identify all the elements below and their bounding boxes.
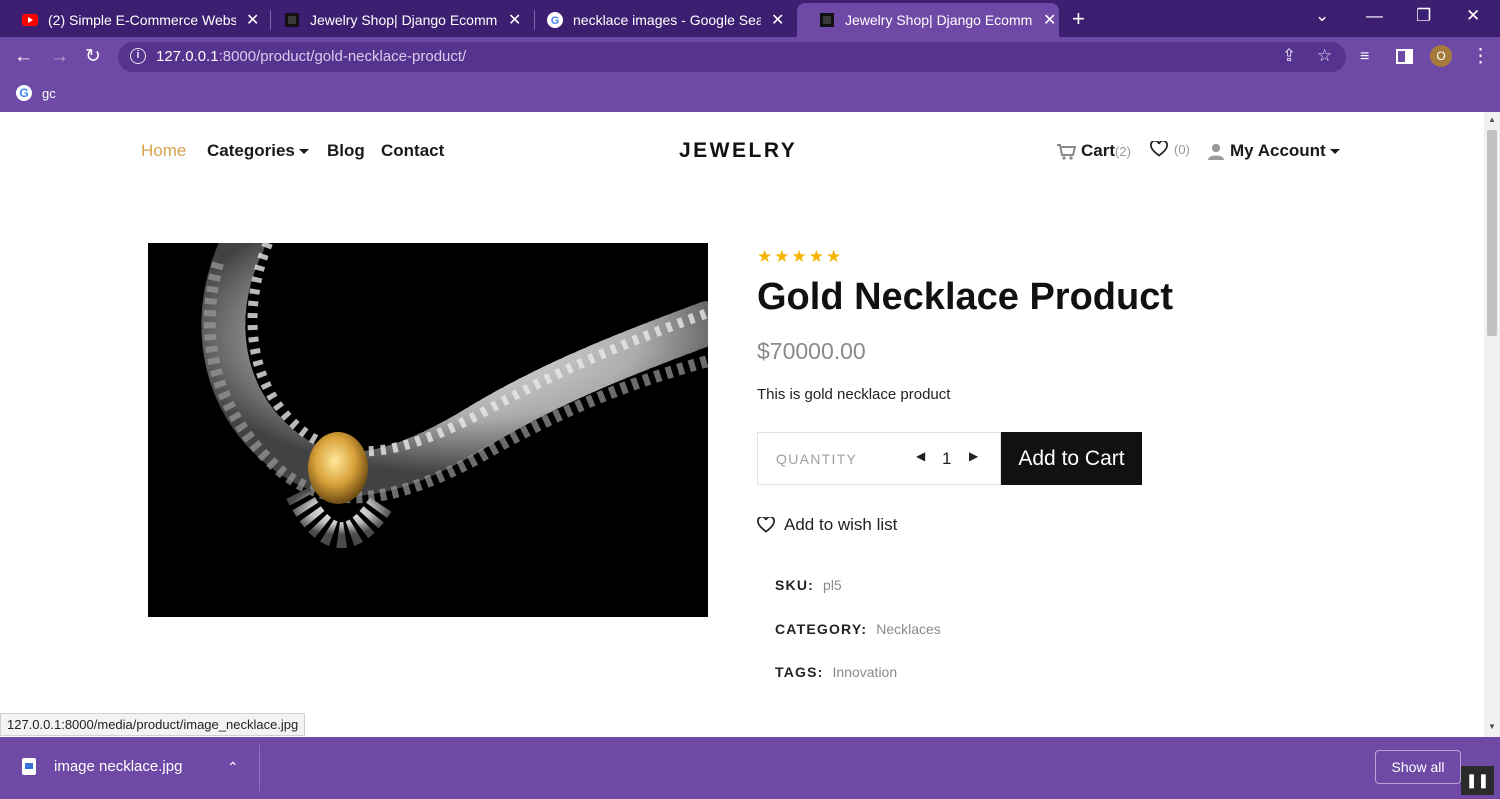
menu-kebab-icon[interactable]: ⋮ — [1471, 46, 1490, 68]
bookmarks-bar: G gc — [0, 77, 1500, 112]
nav-contact[interactable]: Contact — [381, 141, 444, 161]
my-account-menu[interactable]: My Account — [1208, 141, 1340, 161]
quantity-stepper: QUANTITY ◀ 1 ▶ — [757, 432, 1001, 485]
scroll-up-icon[interactable]: ▲ — [1488, 115, 1496, 124]
divider — [259, 745, 260, 791]
nav-blog[interactable]: Blog — [327, 141, 365, 161]
cart-count: (2) — [1115, 143, 1131, 159]
nav-home[interactable]: Home — [141, 141, 186, 161]
quantity-input[interactable]: 1 — [942, 449, 951, 469]
product-image[interactable] — [148, 243, 708, 617]
restore-icon[interactable]: ❐ — [1416, 6, 1431, 26]
back-icon[interactable]: ← — [14, 46, 33, 68]
add-to-cart-button[interactable]: Add to Cart — [1001, 432, 1142, 485]
category-row: CATEGORY: Necklaces — [775, 621, 941, 637]
close-icon[interactable]: ✕ — [771, 10, 784, 30]
close-icon[interactable]: ✕ — [508, 10, 521, 30]
cart-icon — [1057, 143, 1076, 160]
tab-google-search[interactable]: G necklace images - Google Search ✕ — [525, 3, 793, 37]
site-logo[interactable]: JEWELRY — [679, 139, 797, 163]
url-text[interactable]: 127.0.0.1:8000/product/gold-necklace-pro… — [156, 48, 466, 65]
new-tab-button[interactable]: + — [1072, 6, 1085, 32]
address-bar[interactable]: i 127.0.0.1:8000/product/gold-necklace-p… — [118, 42, 1346, 72]
quantity-label: QUANTITY — [776, 451, 858, 467]
bookmark-item[interactable]: G gc — [16, 85, 56, 101]
browser-toolbar: ← → ↻ i 127.0.0.1:8000/product/gold-neck… — [0, 37, 1500, 77]
page-icon — [285, 13, 299, 27]
tab-strip: (2) Simple E-Commerce Website ✕ Jewelry … — [0, 0, 1500, 37]
close-icon[interactable]: ✕ — [1043, 10, 1056, 30]
show-all-button[interactable]: Show all — [1375, 750, 1461, 784]
sku-value: pl5 — [823, 577, 842, 593]
media-control-icon[interactable]: ≡ — [1360, 46, 1369, 68]
page-icon — [820, 13, 834, 27]
category-label: CATEGORY: — [775, 621, 868, 637]
rating-stars: ★★★★★ — [757, 247, 844, 266]
my-account-label: My Account — [1230, 141, 1326, 160]
tags-row: TAGS: Innovation — [775, 664, 897, 680]
bookmark-label: gc — [42, 85, 56, 101]
tab-title: (2) Simple E-Commerce Website — [48, 12, 236, 28]
site-info-icon[interactable]: i — [130, 48, 146, 64]
side-panel-icon[interactable] — [1396, 49, 1413, 64]
tag-link[interactable]: Innovation — [833, 664, 898, 680]
download-shelf: image necklace.jpg ⌃ Show all ❚❚ — [0, 737, 1500, 799]
tags-label: TAGS: — [775, 664, 824, 680]
share-icon[interactable]: ⇪ — [1282, 46, 1296, 66]
nav-categories[interactable]: Categories — [207, 141, 309, 161]
svg-text:G: G — [551, 15, 560, 27]
close-window-icon[interactable]: ✕ — [1466, 6, 1480, 26]
google-icon: G — [16, 85, 32, 101]
pause-icon[interactable]: ❚❚ — [1461, 766, 1494, 795]
tab-search-icon[interactable]: ⌄ — [1315, 6, 1329, 26]
product-description: This is gold necklace product — [757, 386, 951, 403]
reload-icon[interactable]: ↻ — [85, 46, 101, 68]
cart-label: Cart — [1081, 141, 1116, 160]
scroll-down-icon[interactable]: ▼ — [1488, 722, 1496, 731]
tab-title: Jewelry Shop| Django Ecommerce — [845, 12, 1033, 28]
caret-down-icon — [1329, 148, 1340, 154]
heart-icon — [1150, 141, 1168, 157]
url-host: 127.0.0.1 — [156, 48, 219, 65]
tab-jewelry-shop[interactable]: Jewelry Shop| Django Ecommerce ✕ — [262, 3, 530, 37]
tab-youtube[interactable]: (2) Simple E-Commerce Website ✕ — [0, 3, 268, 37]
profile-avatar[interactable]: O — [1430, 45, 1452, 67]
image-file-icon — [22, 758, 36, 775]
url-path: :8000/product/gold-necklace-product/ — [218, 48, 467, 65]
sku-label: SKU: — [775, 577, 815, 593]
tab-title: Jewelry Shop| Django Ecommerce — [310, 12, 498, 28]
download-filename: image necklace.jpg — [54, 758, 183, 775]
wishlist-count: (0) — [1174, 141, 1190, 157]
caret-down-icon — [298, 149, 309, 155]
quantity-increase-icon[interactable]: ▶ — [969, 449, 978, 463]
heart-icon — [757, 517, 775, 533]
scrollbar-thumb[interactable] — [1487, 130, 1497, 336]
tab-jewelry-shop-active[interactable]: Jewelry Shop| Django Ecommerce ✕ — [797, 3, 1059, 37]
category-link[interactable]: Necklaces — [876, 621, 941, 637]
product-price: $70000.00 — [757, 338, 866, 364]
google-icon: G — [547, 12, 563, 28]
youtube-icon — [22, 14, 38, 26]
tab-title: necklace images - Google Search — [573, 12, 761, 28]
sku-row: SKU: pl5 — [775, 577, 842, 593]
product-title: Gold Necklace Product — [757, 276, 1174, 318]
bookmark-star-icon[interactable]: ☆ — [1317, 46, 1332, 66]
user-icon — [1208, 143, 1224, 160]
necklace-photo — [148, 243, 708, 617]
nav-categories-label: Categories — [207, 141, 295, 160]
chevron-up-icon[interactable]: ⌃ — [227, 759, 239, 776]
add-to-wishlist-label: Add to wish list — [784, 515, 898, 534]
quantity-decrease-icon[interactable]: ◀ — [916, 449, 925, 463]
close-icon[interactable]: ✕ — [246, 10, 259, 30]
status-bar-url: 127.0.0.1:8000/media/product/image_neckl… — [0, 713, 306, 736]
minimize-icon[interactable]: — — [1366, 6, 1383, 26]
forward-icon[interactable]: → — [50, 46, 69, 68]
page-scrollbar[interactable]: ▲ ▼ — [1484, 112, 1500, 737]
cart-link[interactable]: Cart (2) — [1056, 141, 1131, 161]
wishlist-link[interactable]: (0) — [1150, 141, 1190, 157]
add-to-wishlist-link[interactable]: Add to wish list — [757, 515, 897, 535]
download-item[interactable]: image necklace.jpg — [22, 758, 182, 775]
page-viewport: Home Categories Blog Contact JEWELRY Car… — [0, 112, 1484, 737]
